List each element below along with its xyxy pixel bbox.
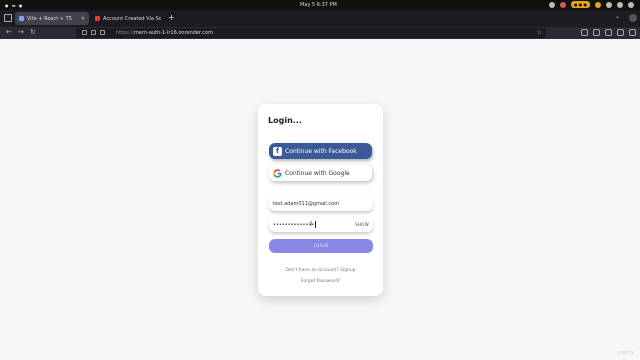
power-icon[interactable] (628, 1, 634, 8)
login-title: Login... (268, 116, 302, 125)
system-tray: ● ● ● (548, 1, 634, 8)
forgot-password-link[interactable]: Forgot Password? (258, 279, 383, 284)
mouse-cursor-icon: I (310, 220, 313, 228)
chevron-down-icon[interactable]: ⌄ (615, 13, 620, 20)
lock-icon[interactable] (91, 30, 96, 35)
pocket-icon[interactable] (581, 29, 588, 36)
udemy-watermark: udemy (616, 350, 634, 356)
workspace-indicator[interactable]: ● ▬ ● (5, 3, 23, 8)
extensions-icon[interactable] (617, 29, 624, 36)
toolbar-icons (581, 29, 636, 36)
text-caret (315, 221, 317, 228)
tab-label: Account Created Via Soc (103, 15, 161, 22)
menu-icon[interactable] (629, 29, 636, 36)
bookmark-star-icon[interactable]: ☆ (537, 29, 542, 36)
tab-list-icon[interactable] (4, 14, 12, 22)
password-value: •••••••••••••• (273, 221, 315, 228)
reload-button[interactable]: ↻ (30, 28, 36, 36)
google-button-label: Continue with Google (285, 169, 350, 177)
browser-nav-bar: ← → ↻ https://mern-auth-1-lr16.onrender.… (0, 27, 640, 39)
account-icon[interactable] (605, 29, 612, 36)
tab-account-created[interactable]: Account Created Via Soc (91, 12, 165, 25)
vite-favicon-icon (19, 16, 24, 21)
login-card: Login... f Continue with Facebook Contin… (258, 104, 383, 296)
tray-icon[interactable] (548, 1, 555, 8)
new-tab-button[interactable]: + (168, 13, 175, 22)
back-button[interactable]: ← (6, 28, 12, 36)
url-text[interactable]: https://mern-auth-1-lr16.onrender.com (116, 30, 213, 36)
window-close-icon[interactable] (629, 14, 637, 22)
close-tab-icon[interactable]: ✕ (81, 16, 85, 22)
record-icon[interactable] (559, 1, 566, 8)
show-password-toggle[interactable]: SHOW (355, 222, 369, 227)
url-scheme: https:// (116, 30, 134, 36)
shield-icon[interactable] (82, 30, 87, 35)
signup-link[interactable]: Don't have an account? Signup (258, 268, 383, 273)
google-icon (273, 168, 282, 178)
email-field[interactable]: test.adam011@gmail.com (269, 196, 373, 211)
volume-icon[interactable] (617, 1, 623, 8)
tab-vite-react[interactable]: Vite + React + TS ✕ (15, 12, 89, 25)
tab-label: Vite + React + TS (27, 15, 72, 22)
google-login-button[interactable]: Continue with Google (269, 165, 372, 181)
download-icon[interactable] (593, 29, 600, 36)
forward-button[interactable]: → (18, 28, 24, 36)
password-field[interactable]: •••••••••••••• SHOW (269, 217, 373, 232)
facebook-login-button[interactable]: f Continue with Facebook (269, 143, 372, 159)
permissions-icon[interactable] (100, 30, 105, 35)
url-host: mern-auth-1-lr16.onrender.com (133, 30, 213, 36)
email-value: test.adam011@gmail.com (273, 200, 340, 207)
login-button[interactable]: LOGIN (269, 239, 373, 253)
network-icon[interactable] (606, 1, 612, 8)
status-pill[interactable]: ● ● ● (570, 1, 590, 8)
address-bar[interactable]: https://mern-auth-1-lr16.onrender.com ☆ (76, 28, 546, 38)
notification-icon[interactable] (595, 1, 601, 8)
browser-tab-strip: Vite + React + TS ✕ Account Created Via … (0, 10, 640, 27)
facebook-button-label: Continue with Facebook (285, 147, 357, 155)
os-clock[interactable]: May 5 6:37 PM (300, 2, 337, 8)
gmail-favicon-icon (95, 16, 100, 21)
os-top-bar: ● ▬ ● May 5 6:37 PM ● ● ● (0, 0, 640, 10)
facebook-icon: f (273, 146, 282, 156)
